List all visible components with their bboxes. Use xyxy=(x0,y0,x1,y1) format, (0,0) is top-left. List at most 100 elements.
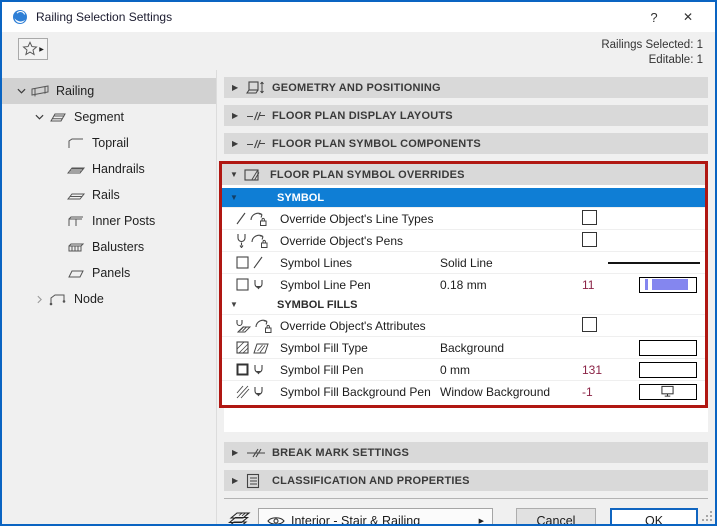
close-button[interactable]: ✕ xyxy=(671,10,705,24)
flyout-arrow-icon: ▶ xyxy=(479,517,484,525)
cancel-button[interactable]: Cancel xyxy=(516,508,596,526)
ok-button[interactable]: OK xyxy=(610,508,698,526)
resize-grip[interactable] xyxy=(702,511,712,521)
classification-icon xyxy=(246,473,272,489)
chevron-down-icon[interactable] xyxy=(14,88,28,94)
symbol-lines-value[interactable]: Solid Line xyxy=(440,256,582,270)
symbol-fill-pen-number[interactable]: 131 xyxy=(582,363,630,377)
tree-item-railing[interactable]: Railing xyxy=(2,78,216,104)
railing-selection-settings-dialog: Railing Selection Settings ? ✕ ▶ Railing… xyxy=(0,0,717,526)
panel-label: FLOOR PLAN SYMBOL OVERRIDES xyxy=(270,169,465,181)
header-band: ▶ Railings Selected: 1 Editable: 1 xyxy=(2,32,715,70)
row-override-attributes: Override Object's Attributes xyxy=(222,314,705,336)
chevron-right-icon: ▶ xyxy=(232,139,246,148)
tree-item-panels[interactable]: Panels xyxy=(2,260,216,286)
symbol-fill-background-pen-value[interactable]: Window Background xyxy=(440,385,582,399)
railing-icon xyxy=(28,84,52,98)
tree-item-handrails[interactable]: Handrails xyxy=(2,156,216,182)
title-bar[interactable]: Railing Selection Settings ? ✕ xyxy=(2,2,715,32)
panel-floor-plan-symbol-components[interactable]: ▶ FLOOR PLAN SYMBOL COMPONENTS xyxy=(224,133,708,154)
symbol-fill-type-swatch[interactable] xyxy=(639,340,697,356)
symbol-fill-pen-weight[interactable]: 0 mm xyxy=(440,363,582,377)
override-line-types-checkbox[interactable] xyxy=(582,210,597,225)
railings-selected-count: Railings Selected: 1 xyxy=(601,38,703,53)
chevron-right-icon[interactable] xyxy=(32,295,46,304)
window-title: Railing Selection Settings xyxy=(36,10,637,24)
chevron-down-icon: ▼ xyxy=(230,193,277,202)
handrails-icon xyxy=(64,162,88,176)
line-type-override-icon xyxy=(222,211,280,227)
symbol-line-pen-swatch[interactable] xyxy=(639,277,697,293)
favorites-button[interactable]: ▶ xyxy=(18,38,48,60)
tree-item-segment[interactable]: Segment xyxy=(2,104,216,130)
tree-item-label: Railing xyxy=(56,84,94,98)
symbol-lines-icon xyxy=(222,255,280,270)
symbol-fill-type-icon xyxy=(222,340,280,355)
panel-floor-plan-symbol-overrides[interactable]: ▼ FLOOR PLAN SYMBOL OVERRIDES xyxy=(222,164,705,185)
symbol-fills-section-header[interactable]: ▼ SYMBOL FILLS xyxy=(222,295,705,314)
window-background-swatch[interactable] xyxy=(639,384,697,400)
chevron-right-icon: ▶ xyxy=(232,448,246,457)
segment-icon xyxy=(46,110,70,124)
chevron-right-icon: ▶ xyxy=(232,476,246,485)
tree-item-rails[interactable]: Rails xyxy=(2,182,216,208)
tree-item-node[interactable]: Node xyxy=(2,286,216,312)
panel-classification-and-properties[interactable]: ▶ CLASSIFICATION AND PROPERTIES xyxy=(224,470,708,491)
symbol-fill-pen-swatch[interactable] xyxy=(639,362,697,378)
override-pens-checkbox[interactable] xyxy=(582,232,597,247)
star-icon xyxy=(22,41,38,57)
chevron-right-icon: ▶ xyxy=(232,83,246,92)
chevron-down-icon[interactable] xyxy=(32,114,46,120)
symbol-fill-type-value[interactable]: Background xyxy=(440,341,582,355)
row-label: Symbol Fill Background Pen xyxy=(280,385,440,399)
tree-item-balusters[interactable]: Balusters xyxy=(2,234,216,260)
symbol-fill-background-pen-icon xyxy=(222,384,280,399)
panel-label: CLASSIFICATION AND PROPERTIES xyxy=(272,475,470,487)
balusters-icon xyxy=(64,240,88,254)
row-symbol-lines: Symbol Lines Solid Line xyxy=(222,251,705,273)
section-title: SYMBOL xyxy=(277,192,324,204)
row-label: Symbol Line Pen xyxy=(280,278,440,292)
chevron-down-icon: ▼ xyxy=(230,170,244,179)
symbol-line-pen-number[interactable]: 11 xyxy=(582,278,630,292)
symbol-override-icon xyxy=(244,168,270,182)
tree-item-label: Handrails xyxy=(92,162,145,176)
panels-icon xyxy=(64,266,88,280)
symbol-fill-background-pen-number[interactable]: -1 xyxy=(582,385,630,399)
row-label: Override Object's Attributes xyxy=(280,319,440,333)
help-button[interactable]: ? xyxy=(637,10,671,25)
override-attributes-checkbox[interactable] xyxy=(582,317,597,332)
attributes-override-icon xyxy=(222,318,280,334)
tree-item-label: Segment xyxy=(74,110,124,124)
tree-item-label: Panels xyxy=(92,266,130,280)
tree-item-label: Balusters xyxy=(92,240,144,254)
footer: Interior - Stair & Railing ▶ Cancel OK xyxy=(224,498,708,526)
symbol-line-pen-weight[interactable]: 0.18 mm xyxy=(440,278,582,292)
row-label: Override Object's Line Types xyxy=(280,212,440,226)
monitor-icon xyxy=(660,385,675,398)
panel-label: FLOOR PLAN DISPLAY LAYOUTS xyxy=(272,110,453,122)
tree-item-label: Toprail xyxy=(92,136,129,150)
symbol-section-header[interactable]: ▼ SYMBOL xyxy=(222,188,705,207)
layer-selector[interactable]: Interior - Stair & Railing ▶ xyxy=(258,508,493,526)
break-line-icon xyxy=(246,138,272,150)
panel-label: FLOOR PLAN SYMBOL COMPONENTS xyxy=(272,138,481,150)
tree-item-inner-posts[interactable]: Inner Posts xyxy=(2,208,216,234)
tree-item-label: Rails xyxy=(92,188,120,202)
layers-icon xyxy=(224,510,258,526)
settings-panel: ▶ GEOMETRY AND POSITIONING ▶ FLOOR PLAN … xyxy=(217,70,715,524)
pen-override-icon xyxy=(222,233,280,249)
panel-geometry-and-positioning[interactable]: ▶ GEOMETRY AND POSITIONING xyxy=(224,77,708,98)
line-type-preview[interactable] xyxy=(608,262,700,264)
element-tree: Railing Segment Toprail Handrails Rails xyxy=(2,70,217,524)
row-override-pens: Override Object's Pens xyxy=(222,229,705,251)
layer-value: Interior - Stair & Railing xyxy=(291,514,420,526)
symbol-line-pen-icon xyxy=(222,277,280,292)
eye-icon xyxy=(267,515,285,526)
panel-floor-plan-display-layouts[interactable]: ▶ FLOOR PLAN DISPLAY LAYOUTS xyxy=(224,105,708,126)
panel-break-mark-settings[interactable]: ▶ BREAK MARK SETTINGS xyxy=(224,442,708,463)
tree-item-toprail[interactable]: Toprail xyxy=(2,130,216,156)
row-label: Symbol Lines xyxy=(280,256,440,270)
tree-item-label: Node xyxy=(74,292,104,306)
tree-item-label: Inner Posts xyxy=(92,214,155,228)
